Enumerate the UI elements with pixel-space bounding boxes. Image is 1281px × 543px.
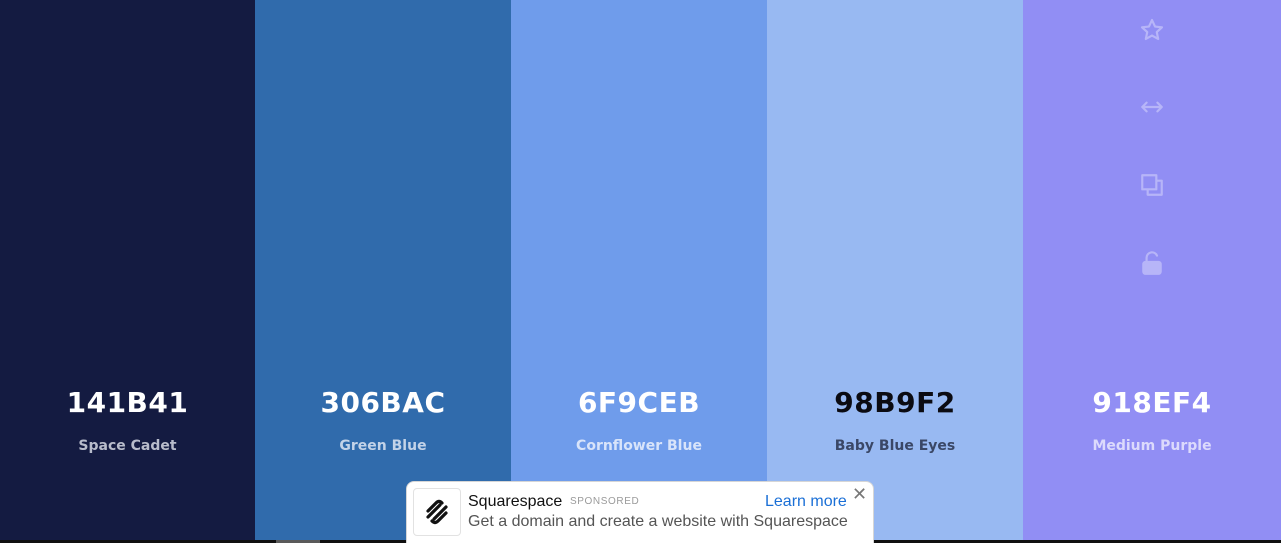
swatch-color-name[interactable]: Green Blue bbox=[255, 438, 511, 454]
swatch-toolbar bbox=[1023, 0, 1281, 290]
learn-more-link[interactable]: Learn more bbox=[765, 493, 847, 511]
swatch-cornflower-blue[interactable]: 6F9CEB Cornflower Blue bbox=[511, 0, 767, 540]
ad-title[interactable]: Squarespace bbox=[468, 493, 562, 511]
copy-icon[interactable] bbox=[1137, 170, 1167, 200]
swatch-hex-code[interactable]: 141B41 bbox=[0, 386, 255, 419]
swatch-green-blue[interactable]: 306BAC Green Blue bbox=[255, 0, 511, 540]
swatch-color-name[interactable]: Medium Purple bbox=[1023, 438, 1281, 454]
swatch-medium-purple[interactable]: 918EF4 Medium Purple bbox=[1023, 0, 1281, 540]
swatch-hex-code[interactable]: 918EF4 bbox=[1023, 386, 1281, 419]
swatch-hex-code[interactable]: 98B9F2 bbox=[767, 386, 1023, 419]
swatch-color-name[interactable]: Baby Blue Eyes bbox=[767, 438, 1023, 454]
star-icon[interactable] bbox=[1137, 15, 1167, 45]
swatch-hex-code[interactable]: 306BAC bbox=[255, 386, 511, 419]
swatch-baby-blue-eyes[interactable]: 98B9F2 Baby Blue Eyes bbox=[767, 0, 1023, 540]
swatch-color-name[interactable]: Space Cadet bbox=[0, 438, 255, 454]
sponsored-ad-banner[interactable]: Squarespace SPONSORED Learn more ✕ Get a… bbox=[406, 481, 874, 543]
unlock-icon[interactable] bbox=[1137, 248, 1167, 278]
swatch-hex-code[interactable]: 6F9CEB bbox=[511, 386, 767, 419]
swatch-color-name[interactable]: Cornflower Blue bbox=[511, 438, 767, 454]
width-arrows-icon[interactable] bbox=[1137, 92, 1167, 122]
swatch-space-cadet[interactable]: 141B41 Space Cadet bbox=[0, 0, 255, 540]
squarespace-logo-icon[interactable] bbox=[413, 488, 461, 536]
close-icon[interactable]: ✕ bbox=[852, 485, 867, 503]
ad-description[interactable]: Get a domain and create a website with S… bbox=[468, 513, 848, 531]
sponsored-label: SPONSORED bbox=[570, 496, 640, 507]
color-palette: 141B41 Space Cadet 306BAC Green Blue 6F9… bbox=[0, 0, 1281, 540]
